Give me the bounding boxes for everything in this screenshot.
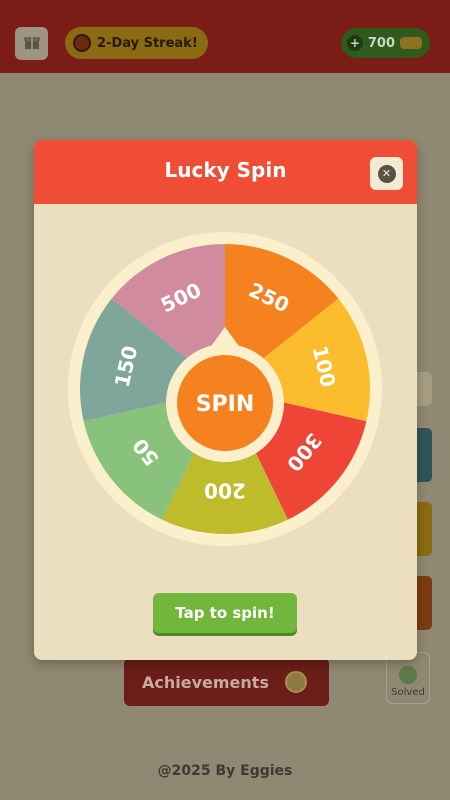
streak-badge[interactable]: 2-Day Streak!	[65, 27, 208, 59]
modal-title: Lucky Spin	[164, 158, 287, 182]
coins-value: 700	[367, 35, 395, 51]
achievements-label: Achievements	[142, 672, 269, 692]
achievements-button[interactable]: Achievements	[124, 658, 329, 706]
medal-icon	[285, 671, 307, 693]
gift-button[interactable]	[15, 27, 48, 60]
streak-label: 2-Day Streak!	[97, 35, 198, 51]
spin-label: SPIN	[196, 392, 255, 417]
close-button[interactable]: ✕	[370, 157, 403, 190]
gift-icon	[23, 33, 41, 55]
spin-wheel[interactable]: 25010030020050150500 SPIN	[34, 204, 417, 604]
flame-icon	[73, 34, 91, 52]
close-icon: ✕	[377, 164, 396, 183]
footer-text: @2025 By Eggies	[157, 763, 293, 779]
globe-icon	[399, 666, 417, 684]
tap-to-spin-button[interactable]: Tap to spin!	[153, 593, 297, 633]
plus-icon: +	[346, 35, 363, 51]
lucky-spin-modal: Lucky Spin ✕ 250 100 300 200 50 150 500 SPIN T…	[34, 140, 417, 660]
coins-badge[interactable]: + 700	[340, 28, 430, 58]
wheel-segment-label: 200	[204, 479, 246, 503]
coin-icon	[400, 37, 422, 49]
solved-label: Solved	[391, 687, 425, 698]
